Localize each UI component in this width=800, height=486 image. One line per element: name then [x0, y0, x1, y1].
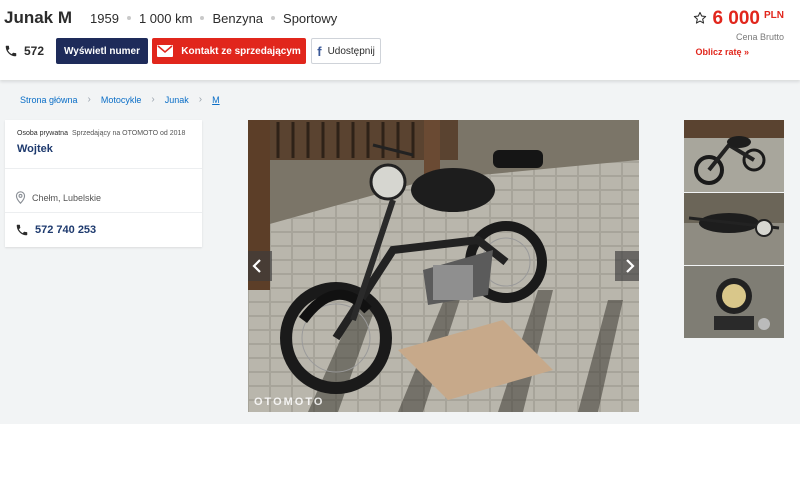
breadcrumb-make[interactable]: Junak	[165, 95, 189, 105]
param-mileage: 1 000 km	[138, 10, 193, 26]
price-note: Cena Brutto	[735, 32, 784, 42]
listing-params: 1959 1 000 km Benzyna Sportowy	[90, 11, 337, 26]
show-number-button[interactable]: Wyświetl numer	[56, 38, 149, 64]
seller-location-text: Chełm, Lubelskie	[32, 192, 102, 203]
envelope-icon	[157, 45, 174, 57]
separator-dot	[200, 16, 205, 20]
motorcycle-photo	[248, 120, 639, 412]
breadcrumb-motorcycles[interactable]: Motocykle	[101, 95, 142, 105]
phone-icon	[16, 224, 28, 236]
thumbnail-1[interactable]	[684, 120, 784, 192]
main-content: Strona główna › Motocykle › Junak › M Os…	[0, 80, 800, 424]
seller-card: Osoba prywatna Sprzedający na OTOMOTO od…	[5, 120, 202, 247]
breadcrumb-home[interactable]: Strona główna	[20, 95, 78, 105]
location-pin-icon	[15, 191, 26, 204]
contact-seller-button[interactable]: Kontakt ze sprzedającym	[152, 38, 307, 64]
chevron-right-icon: ›	[87, 94, 91, 105]
thumbnail-2[interactable]	[684, 193, 784, 265]
seller-phone-number: 572 740 253	[35, 224, 97, 236]
next-photo-button[interactable]	[615, 251, 639, 281]
seller-meta: Osoba prywatna Sprzedający na OTOMOTO od…	[17, 130, 190, 137]
price-value: 6 000	[712, 8, 760, 29]
title-row: Junak M 1959 1 000 km Benzyna Sportowy	[4, 8, 337, 28]
price-line: 6 000 PLN	[693, 8, 784, 30]
contact-seller-label: Kontakt ze sprzedającym	[181, 45, 301, 57]
param-fuel: Benzyna	[212, 10, 264, 26]
photo-gallery[interactable]: OTOMOTO	[248, 120, 639, 412]
phone-icon	[5, 45, 17, 57]
price-box: 6 000 PLN Cena Brutto	[693, 8, 784, 42]
star-favorite-icon[interactable]	[693, 11, 707, 25]
seller-name: Wojtek	[17, 143, 53, 155]
seller-info: Osoba prywatna Sprzedający na OTOMOTO od…	[5, 120, 202, 168]
seller-phone[interactable]: 572 740 253	[5, 212, 202, 247]
param-year: 1959	[90, 10, 119, 26]
phone-short-text: 572	[24, 44, 45, 58]
watermark: OTOMOTO	[254, 396, 325, 408]
chevron-right-icon: ›	[198, 94, 203, 105]
action-bar: 572 Wyświetl numer Kontakt ze sprzedając…	[4, 38, 382, 64]
listing-title: Junak M	[4, 8, 73, 27]
price-currency: PLN	[764, 10, 784, 21]
share-label: Udostępnij	[327, 45, 375, 57]
thumbnail-3[interactable]	[684, 266, 784, 338]
calculate-installment-link[interactable]: Oblicz ratę »	[695, 47, 749, 57]
previous-photo-button[interactable]	[248, 251, 272, 281]
chevron-left-icon	[252, 259, 261, 273]
breadcrumb-model[interactable]: M	[212, 95, 220, 105]
thumbnail-photo	[684, 266, 784, 338]
thumbnail-photo	[684, 120, 784, 192]
seller-type: Osoba prywatna	[17, 130, 68, 137]
breadcrumb: Strona główna › Motocykle › Junak › M	[20, 94, 220, 105]
param-type: Sportowy	[283, 10, 338, 26]
chevron-right-icon	[626, 259, 635, 273]
share-button[interactable]: f Udostępnij	[311, 38, 382, 64]
thumbnail-strip	[684, 120, 784, 339]
separator-dot	[126, 16, 131, 20]
listing-header: Junak M 1959 1 000 km Benzyna Sportowy 5…	[0, 0, 800, 80]
seller-location: Chełm, Lubelskie	[5, 168, 202, 212]
seller-since: Sprzedający na OTOMOTO od 2018	[71, 130, 186, 137]
chevron-right-icon: ›	[151, 94, 155, 105]
thumbnail-photo	[684, 193, 784, 265]
separator-dot	[271, 16, 276, 20]
facebook-icon: f	[317, 43, 322, 59]
phone-short[interactable]: 572	[4, 44, 44, 58]
